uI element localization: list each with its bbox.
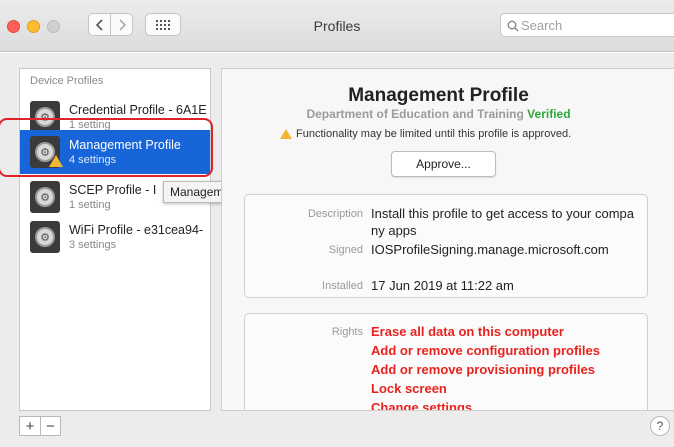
profile-organization: Department of Education and Training Ver… <box>222 107 655 121</box>
profile-icon: ⚙ <box>30 181 60 213</box>
rights-item: Erase all data on this computer <box>371 324 564 339</box>
approve-button[interactable]: Approve... <box>391 151 496 177</box>
installed-label: Installed <box>322 280 363 292</box>
title-bar: Profiles <box>0 0 674 52</box>
warning-text: Functionality may be limited until this … <box>296 128 572 140</box>
rights-item: Add or remove configuration profiles <box>371 343 600 358</box>
profile-detail-panel: Management Profile Department of Educati… <box>221 68 674 411</box>
search-field[interactable] <box>500 13 674 37</box>
show-all-button[interactable] <box>145 13 181 36</box>
profile-title: Management Profile <box>348 85 529 106</box>
profile-settings-count: 3 settings <box>69 239 117 251</box>
profile-name: Management Profile <box>69 138 181 152</box>
grid-icon <box>156 19 170 30</box>
profile-name: Credential Profile - 6A1E <box>69 103 207 117</box>
add-profile-button[interactable]: + <box>20 417 40 435</box>
close-window-button[interactable] <box>7 20 20 33</box>
gear-icon: ⚙ <box>35 227 55 247</box>
profile-item-wifi[interactable]: ⚙ WiFi Profile - e31cea94- 3 settings <box>20 215 210 259</box>
rights-list: Erase all data on this computer Add or r… <box>371 322 600 411</box>
rights-box: Rights Erase all data on this computer A… <box>244 313 648 411</box>
profile-settings-count: 1 setting <box>69 199 111 211</box>
back-button[interactable] <box>88 13 111 36</box>
profile-list[interactable]: Device Profiles ⚙ Credential Profile - 6… <box>19 68 211 411</box>
verified-badge: Verified <box>527 107 571 121</box>
description-label: Description <box>307 208 363 220</box>
rights-item: Add or remove provisioning profiles <box>371 362 595 377</box>
profile-item-management[interactable]: ⚙ Management Profile 4 settings <box>20 130 210 174</box>
gear-icon: ⚙ <box>35 187 55 207</box>
rights-label: Rights <box>331 326 363 338</box>
search-input[interactable] <box>521 17 661 33</box>
zoom-window-button[interactable] <box>47 20 60 33</box>
rights-item: Change settings <box>371 400 473 411</box>
organization-name: Department of Education and Training <box>306 107 524 121</box>
list-edit-controls: + − <box>19 416 61 436</box>
installed-value: 17 Jun 2019 at 11:22 am <box>371 278 514 293</box>
search-icon <box>507 20 519 32</box>
warning-badge-icon <box>49 155 63 167</box>
approval-warning: Functionality may be limited until this … <box>280 128 571 140</box>
profile-name: WiFi Profile - e31cea94- <box>69 223 204 237</box>
profile-icon: ⚙ <box>30 221 60 253</box>
warning-icon <box>280 129 292 139</box>
list-section-header: Device Profiles <box>30 75 104 87</box>
chevron-left-icon <box>95 18 103 31</box>
profile-info-box: Description Install this profile to get … <box>244 194 648 298</box>
remove-profile-button[interactable]: − <box>40 417 60 435</box>
signed-label: Signed <box>328 244 363 256</box>
forward-button[interactable] <box>110 13 133 36</box>
minimize-window-button[interactable] <box>27 20 40 33</box>
profile-icon: ⚙ <box>30 101 60 133</box>
description-value: Install this profile to get access to yo… <box>371 206 635 238</box>
gear-icon: ⚙ <box>35 107 55 127</box>
help-button[interactable]: ? <box>650 416 670 436</box>
signed-value: IOSProfileSigning.manage.microsoft.com <box>371 242 609 257</box>
chevron-right-icon <box>118 18 126 31</box>
profile-settings-count: 4 settings <box>69 154 117 166</box>
rights-item: Lock screen <box>371 381 447 396</box>
